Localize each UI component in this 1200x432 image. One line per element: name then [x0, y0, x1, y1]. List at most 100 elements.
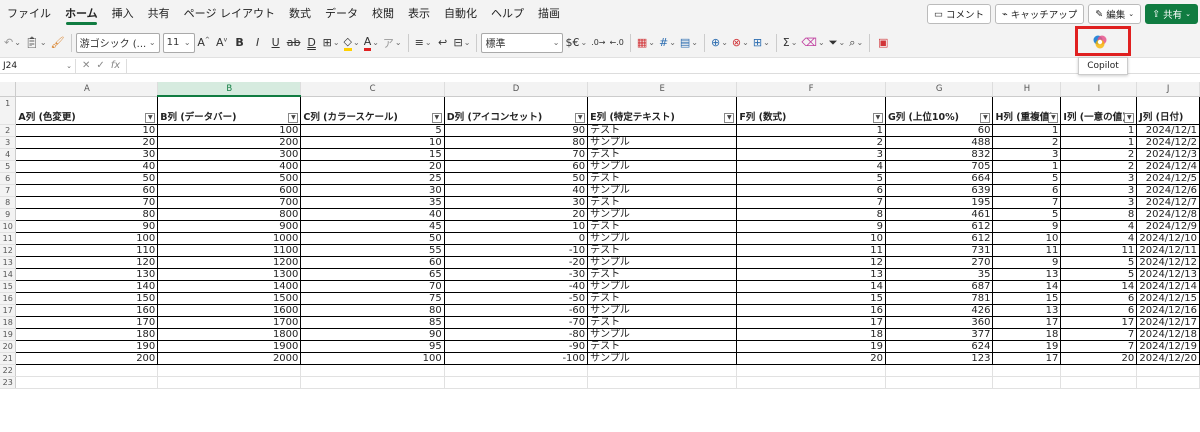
format-cells-button[interactable]: ⊞ ⌄: [751, 32, 772, 54]
table-cell[interactable]: 2024/12/13: [1136, 268, 1200, 281]
tab-review[interactable]: 校閲: [365, 0, 401, 28]
strikethrough-button[interactable]: ab: [285, 32, 303, 54]
table-cell[interactable]: 300: [157, 148, 302, 161]
column-header-g[interactable]: G: [885, 82, 994, 97]
table-cell[interactable]: テスト: [587, 244, 738, 257]
table-cell[interactable]: -90: [444, 340, 589, 353]
table-cell[interactable]: 200: [15, 352, 159, 365]
table-cell[interactable]: 120: [15, 256, 159, 269]
increase-font-button[interactable]: A^: [195, 32, 213, 54]
tab-home[interactable]: ホーム: [58, 0, 105, 28]
table-cell[interactable]: 1100: [157, 244, 302, 257]
table-cell[interactable]: 45: [300, 220, 445, 233]
table-cell[interactable]: サンプル: [587, 328, 738, 341]
table-cell[interactable]: テスト: [587, 196, 738, 209]
find-button[interactable]: ⌕ ⌄: [847, 32, 865, 54]
table-cell[interactable]: 10: [300, 136, 445, 149]
empty-cell[interactable]: [992, 376, 1062, 389]
number-format-select[interactable]: 標準 ⌄: [481, 32, 564, 53]
header-cell[interactable]: C列 (カラースケール) ▼: [300, 96, 445, 125]
table-cell[interactable]: サンプル: [587, 184, 738, 197]
table-cell[interactable]: 781: [885, 292, 994, 305]
table-cell[interactable]: 14: [736, 280, 886, 293]
table-cell[interactable]: 5: [300, 124, 445, 137]
empty-cell[interactable]: [1136, 376, 1200, 389]
wrap-text-button[interactable]: ↩︎: [434, 32, 452, 54]
table-cell[interactable]: 25: [300, 172, 445, 185]
table-cell[interactable]: 1400: [157, 280, 302, 293]
table-cell[interactable]: 400: [157, 160, 302, 173]
clear-button[interactable]: ⌫ ⌄: [799, 32, 826, 54]
table-cell[interactable]: 90: [300, 328, 445, 341]
table-cell[interactable]: 500: [157, 172, 302, 185]
table-cell[interactable]: 10: [736, 232, 886, 245]
add-ins-button[interactable]: ▣: [874, 32, 892, 54]
tab-view[interactable]: 表示: [401, 0, 437, 28]
table-cell[interactable]: 11: [1060, 244, 1138, 257]
table-cell[interactable]: 80: [300, 304, 445, 317]
font-color-button[interactable]: A ⌄: [362, 32, 381, 54]
filter-dropdown-icon[interactable]: ▼: [1048, 112, 1059, 123]
table-cell[interactable]: 200: [157, 136, 302, 149]
table-cell[interactable]: 11: [736, 244, 886, 257]
sort-filter-button[interactable]: ⏷ ⌄: [827, 32, 848, 54]
filter-dropdown-icon[interactable]: ▼: [575, 112, 586, 123]
row-header[interactable]: 1: [0, 96, 17, 125]
table-cell[interactable]: 180: [15, 328, 159, 341]
table-cell[interactable]: 2: [736, 136, 886, 149]
table-cell[interactable]: 150: [15, 292, 159, 305]
table-cell[interactable]: 2: [1060, 160, 1138, 173]
table-cell[interactable]: 488: [885, 136, 994, 149]
empty-cell[interactable]: [157, 364, 302, 377]
table-cell[interactable]: 1: [992, 124, 1062, 137]
table-cell[interactable]: 130: [15, 268, 159, 281]
empty-cell[interactable]: [736, 364, 886, 377]
table-cell[interactable]: 2024/12/6: [1136, 184, 1200, 197]
table-cell[interactable]: 9: [992, 220, 1062, 233]
table-cell[interactable]: 2000: [157, 352, 302, 365]
table-cell[interactable]: 731: [885, 244, 994, 257]
table-cell[interactable]: 2024/12/15: [1136, 292, 1200, 305]
table-cell[interactable]: 17: [736, 316, 886, 329]
row-header[interactable]: 23: [0, 376, 17, 389]
table-cell[interactable]: 13: [736, 268, 886, 281]
table-cell[interactable]: 1800: [157, 328, 302, 341]
table-cell[interactable]: テスト: [587, 316, 738, 329]
edit-mode-button[interactable]: ✎ 編集 ⌄: [1088, 4, 1142, 24]
row-header[interactable]: 7: [0, 184, 17, 197]
column-header-j[interactable]: J: [1136, 82, 1200, 97]
copilot-button[interactable]: [1090, 32, 1110, 52]
row-header[interactable]: 18: [0, 316, 17, 329]
empty-cell[interactable]: [300, 364, 445, 377]
table-cell[interactable]: 1600: [157, 304, 302, 317]
header-cell[interactable]: G列 (上位10%) ▼: [885, 96, 994, 125]
table-cell[interactable]: テスト: [587, 268, 738, 281]
table-cell[interactable]: 15: [992, 292, 1062, 305]
table-cell[interactable]: 1000: [157, 232, 302, 245]
row-header[interactable]: 11: [0, 232, 17, 245]
table-cell[interactable]: 50: [444, 172, 589, 185]
table-cell[interactable]: -60: [444, 304, 589, 317]
table-cell[interactable]: 55: [300, 244, 445, 257]
table-cell[interactable]: 1300: [157, 268, 302, 281]
align-button[interactable]: ≡ ⌄: [413, 32, 434, 54]
row-header[interactable]: 6: [0, 172, 17, 185]
filter-dropdown-icon[interactable]: ▼: [1124, 112, 1135, 123]
name-box[interactable]: J24 ⌄: [0, 58, 76, 73]
table-cell[interactable]: 639: [885, 184, 994, 197]
table-cell[interactable]: 7: [992, 196, 1062, 209]
table-cell[interactable]: 13: [992, 268, 1062, 281]
table-cell[interactable]: 700: [157, 196, 302, 209]
table-cell[interactable]: 8: [736, 208, 886, 221]
header-cell[interactable]: E列 (特定テキスト) ▼: [587, 96, 738, 125]
table-cell[interactable]: 5: [1060, 256, 1138, 269]
row-header[interactable]: 12: [0, 244, 17, 257]
table-cell[interactable]: 35: [885, 268, 994, 281]
table-cell[interactable]: -100: [444, 352, 589, 365]
table-cell[interactable]: 3: [1060, 196, 1138, 209]
table-cell[interactable]: 2024/12/9: [1136, 220, 1200, 233]
row-header[interactable]: 21: [0, 352, 17, 365]
table-cell[interactable]: 60: [444, 160, 589, 173]
table-cell[interactable]: 19: [736, 340, 886, 353]
catchup-button[interactable]: ⌁ キャッチアップ: [995, 4, 1085, 24]
